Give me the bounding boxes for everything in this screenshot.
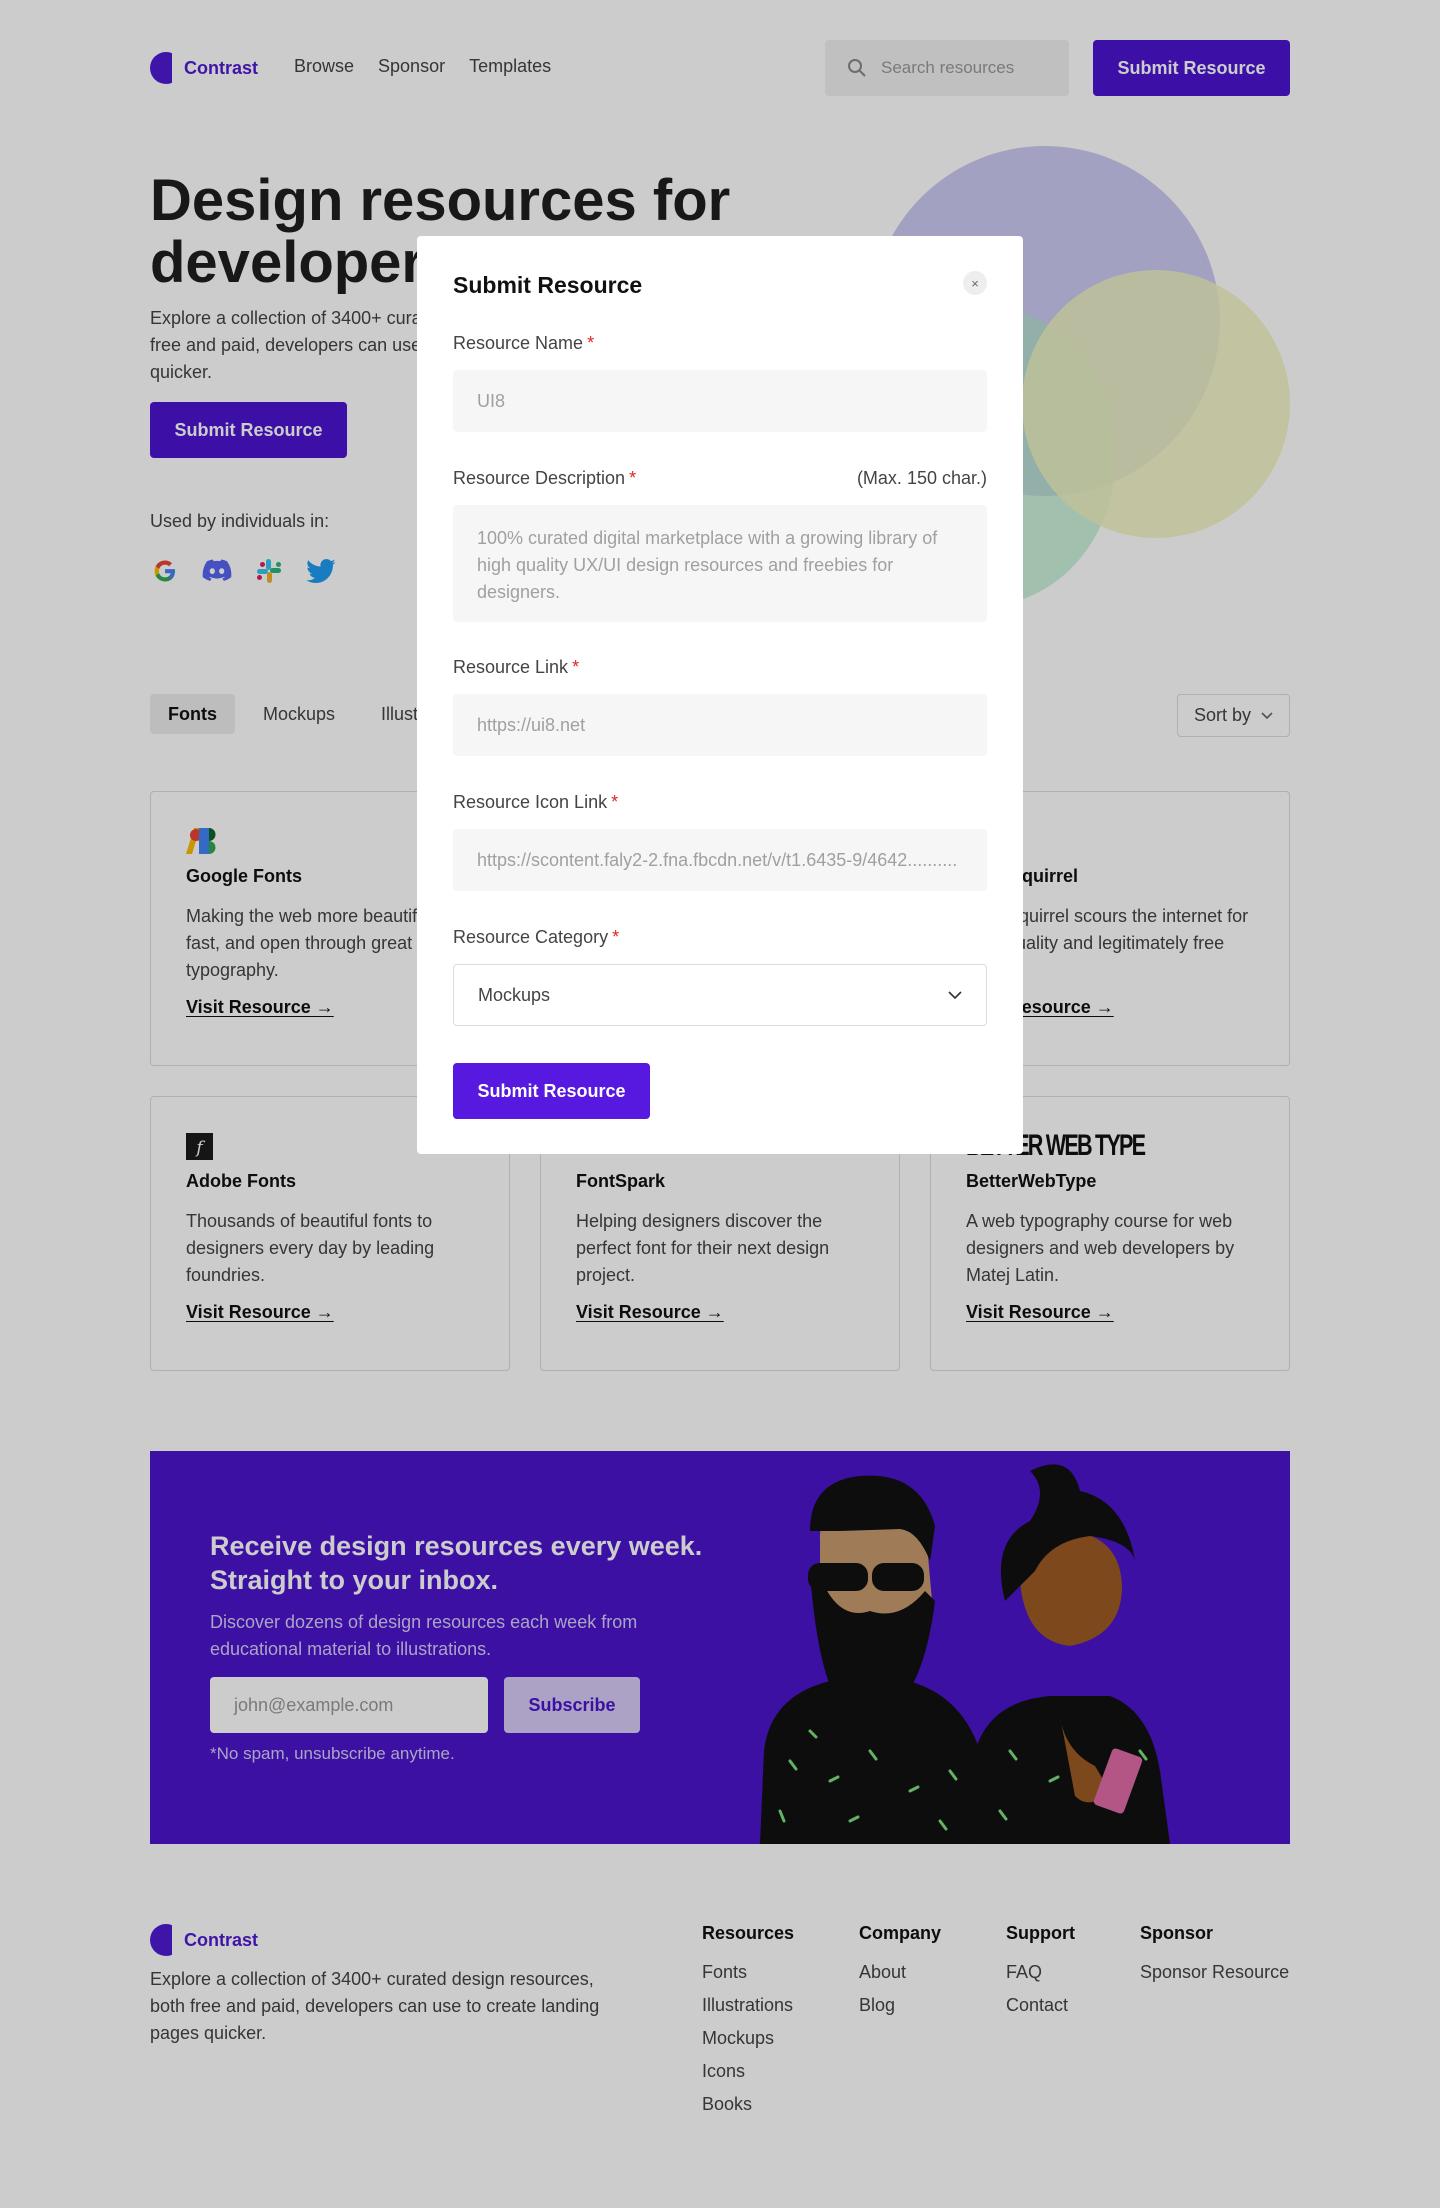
required-mark: *	[611, 792, 619, 812]
resource-description-textarea[interactable]: 100% curated digital marketplace with a …	[453, 505, 987, 622]
required-mark: *	[629, 468, 637, 488]
resource-icon-link-input[interactable]: https://scontent.faly2-2.fna.fbcdn.net/v…	[453, 829, 987, 891]
input-placeholder: UI8	[477, 390, 506, 411]
resource-icon-link-label: Resource Icon Link *	[453, 792, 618, 813]
max-char-hint: (Max. 150 char.)	[856, 468, 987, 488]
required-mark: *	[572, 657, 580, 677]
submit-resource-modal: Submit Resource × Resource Name * UI8 Res…	[417, 236, 1023, 1154]
resource-link-label: Resource Link *	[453, 657, 579, 678]
required-mark: *	[587, 333, 595, 353]
input-placeholder: https://ui8.net	[477, 714, 586, 735]
label-text: Resource Description	[453, 468, 626, 488]
resource-description-label: Resource Description *	[453, 468, 636, 489]
resource-name-label: Resource Name *	[453, 333, 594, 354]
resource-category-select[interactable]: Mockups	[453, 964, 987, 1026]
label-text: Resource Name	[453, 333, 584, 353]
resource-category-label: Resource Category *	[453, 927, 619, 948]
textarea-placeholder: 100% curated digital marketplace with a …	[477, 528, 938, 602]
select-value: Mockups	[478, 984, 551, 1005]
resource-link-input[interactable]: https://ui8.net	[453, 694, 987, 756]
required-mark: *	[612, 927, 620, 947]
chevron-down-icon	[948, 990, 962, 999]
label-text: Resource Link	[453, 657, 569, 677]
modal-submit-button[interactable]: Submit Resource	[453, 1063, 650, 1119]
input-placeholder: https://scontent.faly2-2.fna.fbcdn.net/v…	[477, 849, 958, 870]
modal-title: Submit Resource	[453, 272, 643, 298]
resource-name-input[interactable]: UI8	[453, 370, 987, 432]
label-text: Resource Category	[453, 927, 609, 947]
close-icon[interactable]: ×	[963, 271, 987, 295]
label-text: Resource Icon Link	[453, 792, 608, 812]
